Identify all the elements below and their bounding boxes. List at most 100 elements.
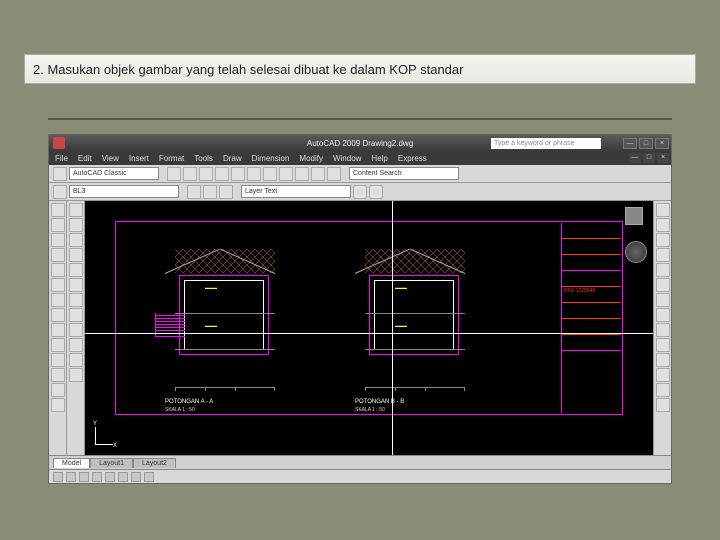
rectangle-icon[interactable] bbox=[51, 248, 65, 262]
dim-linear-icon[interactable] bbox=[69, 203, 83, 217]
move-icon[interactable] bbox=[656, 278, 670, 292]
properties-icon[interactable] bbox=[327, 167, 341, 181]
cut-icon[interactable] bbox=[215, 167, 229, 181]
circle-icon[interactable] bbox=[51, 278, 65, 292]
explode-icon[interactable] bbox=[656, 398, 670, 412]
array-icon[interactable] bbox=[656, 263, 670, 277]
dyn-toggle[interactable] bbox=[131, 472, 141, 482]
menu-file[interactable]: File bbox=[55, 154, 68, 163]
section-b-scale: SKALA 1 : 50 bbox=[355, 407, 385, 413]
trim-icon[interactable] bbox=[656, 338, 670, 352]
fillet-icon[interactable] bbox=[656, 368, 670, 382]
instruction-text: 2. Masukan objek gambar yang telah seles… bbox=[33, 62, 463, 77]
menu-view[interactable]: View bbox=[102, 154, 119, 163]
redo-icon[interactable] bbox=[279, 167, 293, 181]
close-button[interactable]: × bbox=[655, 138, 669, 149]
table-icon[interactable] bbox=[51, 353, 65, 367]
dim-aligned-icon[interactable] bbox=[69, 218, 83, 232]
drawing-canvas[interactable]: KPU 1220040 ▬▬▬ ▬▬▬ bbox=[85, 201, 653, 455]
menu-window[interactable]: Window bbox=[333, 154, 361, 163]
layer-text-selector[interactable]: Layer Text bbox=[241, 185, 351, 198]
titlebar: AutoCAD 2009 Drawing2.dwg Type a keyword… bbox=[49, 135, 671, 151]
block-icon[interactable] bbox=[51, 398, 65, 412]
line-icon[interactable] bbox=[51, 203, 65, 217]
polyline-icon[interactable] bbox=[51, 218, 65, 232]
hatch-icon[interactable] bbox=[51, 323, 65, 337]
menu-help[interactable]: Help bbox=[371, 154, 387, 163]
menu-express[interactable]: Express bbox=[398, 154, 427, 163]
region-icon[interactable] bbox=[51, 383, 65, 397]
new-icon[interactable] bbox=[53, 167, 67, 181]
tolerance-icon[interactable] bbox=[69, 353, 83, 367]
erase-icon[interactable] bbox=[656, 203, 670, 217]
maximize-button[interactable]: □ bbox=[639, 138, 653, 149]
menu-edit[interactable]: Edit bbox=[78, 154, 92, 163]
tab-layout1[interactable]: Layout1 bbox=[90, 458, 133, 468]
rotate-icon[interactable] bbox=[656, 293, 670, 307]
otrack-toggle[interactable] bbox=[118, 472, 128, 482]
nav-wheel-icon[interactable] bbox=[625, 241, 647, 263]
open-icon[interactable] bbox=[167, 167, 181, 181]
zoom-icon[interactable] bbox=[311, 167, 325, 181]
pan-icon[interactable] bbox=[295, 167, 309, 181]
lineweight-icon[interactable] bbox=[369, 185, 383, 199]
dim-ordinate-icon[interactable] bbox=[69, 293, 83, 307]
save-icon[interactable] bbox=[183, 167, 197, 181]
viewcube-icon[interactable] bbox=[619, 205, 649, 235]
doc-close-button[interactable]: × bbox=[657, 153, 669, 163]
content-search-input[interactable]: Content Search bbox=[349, 167, 459, 180]
menu-modify[interactable]: Modify bbox=[299, 154, 323, 163]
polar-toggle[interactable] bbox=[92, 472, 102, 482]
layer-freeze-icon[interactable] bbox=[187, 185, 201, 199]
polygon-icon[interactable] bbox=[51, 233, 65, 247]
dim-radius-icon[interactable] bbox=[69, 248, 83, 262]
leader-icon[interactable] bbox=[69, 338, 83, 352]
ellipse-icon[interactable] bbox=[51, 308, 65, 322]
snap-toggle[interactable] bbox=[53, 472, 63, 482]
doc-minimize-button[interactable]: — bbox=[629, 153, 641, 163]
menu-insert[interactable]: Insert bbox=[129, 154, 149, 163]
undo-icon[interactable] bbox=[263, 167, 277, 181]
menu-format[interactable]: Format bbox=[159, 154, 184, 163]
osnap-toggle[interactable] bbox=[105, 472, 115, 482]
dim-angular-icon[interactable] bbox=[69, 278, 83, 292]
dim-continue-icon[interactable] bbox=[69, 323, 83, 337]
lwt-toggle[interactable] bbox=[144, 472, 154, 482]
menu-dimension[interactable]: Dimension bbox=[252, 154, 290, 163]
dim-arc-icon[interactable] bbox=[69, 233, 83, 247]
offset-icon[interactable] bbox=[656, 248, 670, 262]
scale-icon[interactable] bbox=[656, 308, 670, 322]
minimize-button[interactable]: — bbox=[623, 138, 637, 149]
paste-icon[interactable] bbox=[247, 167, 261, 181]
menu-draw[interactable]: Draw bbox=[223, 154, 242, 163]
chamfer-icon[interactable] bbox=[656, 383, 670, 397]
copy-icon[interactable] bbox=[231, 167, 245, 181]
layer-selector[interactable]: BL3 bbox=[69, 185, 179, 198]
tb-row bbox=[562, 303, 621, 319]
grid-toggle[interactable] bbox=[66, 472, 76, 482]
stretch-icon[interactable] bbox=[656, 323, 670, 337]
layer-manager-icon[interactable] bbox=[53, 185, 67, 199]
mirror-icon[interactable] bbox=[656, 233, 670, 247]
dim-diameter-icon[interactable] bbox=[69, 263, 83, 277]
copy-obj-icon[interactable] bbox=[656, 218, 670, 232]
workspace-selector[interactable]: AutoCAD Classic bbox=[69, 167, 159, 180]
layer-lock-icon[interactable] bbox=[203, 185, 217, 199]
print-icon[interactable] bbox=[199, 167, 213, 181]
ortho-toggle[interactable] bbox=[79, 472, 89, 482]
center-mark-icon[interactable] bbox=[69, 368, 83, 382]
extend-icon[interactable] bbox=[656, 353, 670, 367]
tab-model[interactable]: Model bbox=[53, 458, 90, 468]
help-search-input[interactable]: Type a keyword or phrase bbox=[491, 138, 601, 149]
dim-baseline-icon[interactable] bbox=[69, 308, 83, 322]
doc-maximize-button[interactable]: □ bbox=[643, 153, 655, 163]
point-icon[interactable] bbox=[51, 368, 65, 382]
layer-color-icon[interactable] bbox=[219, 185, 233, 199]
arc-icon[interactable] bbox=[51, 263, 65, 277]
section-a-label: POTONGAN A - A bbox=[165, 399, 213, 405]
tab-layout2[interactable]: Layout2 bbox=[133, 458, 176, 468]
text-icon[interactable] bbox=[51, 338, 65, 352]
linetype-icon[interactable] bbox=[353, 185, 367, 199]
spline-icon[interactable] bbox=[51, 293, 65, 307]
menu-tools[interactable]: Tools bbox=[194, 154, 213, 163]
